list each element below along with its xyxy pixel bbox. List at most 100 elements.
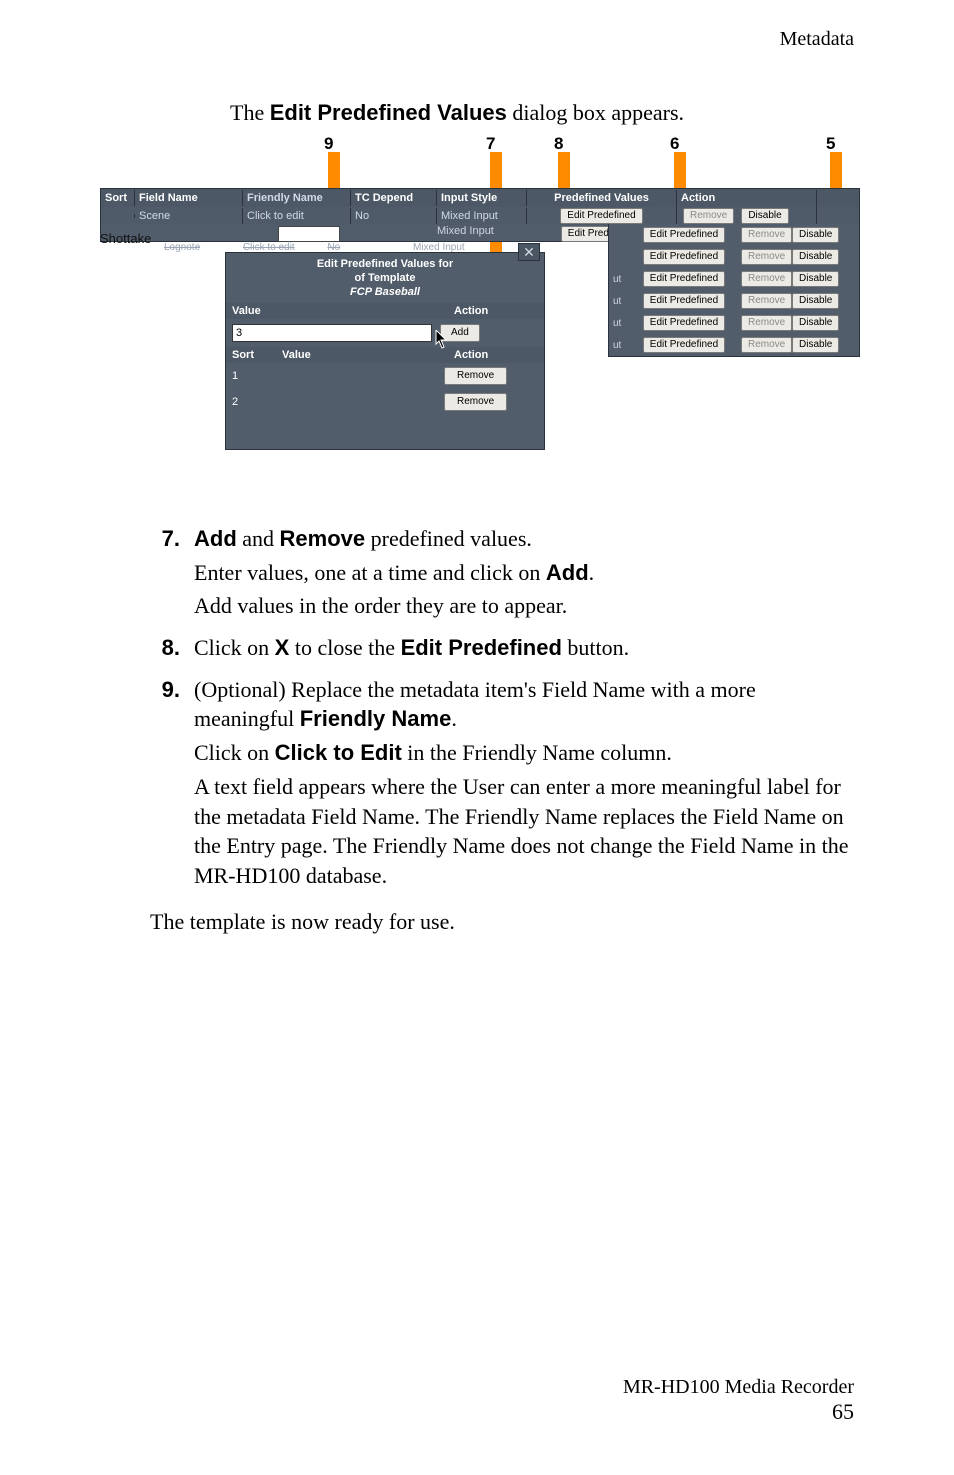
table-row: Edit Predefined Remove Disable [609, 224, 859, 246]
intro-bold: Edit Predefined Values [270, 100, 507, 125]
row-suffix: ut [613, 296, 629, 307]
th-input: Input Style [437, 190, 527, 206]
remove-button[interactable]: Remove [741, 227, 792, 243]
kw-click-to-edit: Click to Edit [275, 740, 402, 765]
intro-pre: The [230, 100, 270, 125]
list-sort: 1 [232, 370, 256, 382]
dialog-value-header: Value Action [226, 303, 544, 319]
step-number: 8. [150, 633, 194, 667]
screenshot-figure: 9 7 8 6 5 Sort Field Name Friendly Name … [100, 134, 860, 496]
th-sort: Sort [101, 190, 135, 206]
row-scene-tc: No [351, 208, 437, 224]
txt: to close the [289, 635, 400, 660]
remove-button[interactable]: Remove [741, 315, 792, 331]
edit-predefined-button[interactable]: Edit Predefined [643, 315, 725, 331]
remove-button[interactable]: Remove [741, 271, 792, 287]
remove-button[interactable]: Remove [741, 293, 792, 309]
close-icon[interactable]: ✕ [518, 243, 540, 261]
edit-predefined-button[interactable]: Edit Predefined [643, 249, 725, 265]
list-item [226, 415, 544, 449]
txt: Enter values, one at a time and click on [194, 560, 546, 585]
intro-line: The Edit Predefined Values dialog box ap… [230, 100, 854, 126]
txt: Click on [194, 635, 275, 660]
kw-edit-predefined: Edit Predefined [401, 635, 562, 660]
txt: Add values in the order they are to appe… [194, 591, 854, 621]
row-scene-field: Scene [135, 208, 243, 224]
right-action-column: Edit Predefined Remove Disable Edit Pred… [608, 224, 860, 357]
edit-predefined-button[interactable]: Edit Predefined [643, 337, 725, 353]
action-header: Action [448, 303, 544, 319]
edit-predefined-button[interactable]: Edit Predefined [643, 271, 725, 287]
th-tc: TC Depend [351, 190, 437, 206]
disable-button[interactable]: Disable [792, 249, 839, 265]
kw-friendly-name: Friendly Name [300, 706, 452, 731]
disable-button[interactable]: Disable [792, 227, 839, 243]
row-suffix: ut [613, 274, 629, 285]
arrow-6-stem [674, 152, 686, 188]
page-number: 65 [623, 1399, 854, 1425]
arrow-8-stem [558, 152, 570, 188]
footer-product: MR-HD100 Media Recorder [623, 1376, 854, 1399]
edit-predefined-button[interactable]: Edit Predefined [643, 293, 725, 309]
callout-5: 5 [826, 134, 835, 154]
value-input[interactable] [232, 324, 432, 342]
section-header: Metadata [780, 28, 854, 51]
step-number: 9. [150, 675, 194, 895]
txt: Click on [194, 740, 275, 765]
th-pred: Predefined Values [527, 190, 677, 206]
friendly-name-input[interactable] [278, 226, 340, 242]
row-suffix: ut [613, 318, 629, 329]
lognote-label: Lognote [164, 242, 200, 253]
kw-add-2: Add [546, 560, 589, 585]
callout-6: 6 [670, 134, 679, 154]
closing-line: The template is now ready for use. [150, 909, 854, 935]
row-scene: Scene Click to edit No Mixed Input Edit … [101, 207, 859, 225]
disable-button[interactable]: Disable [792, 293, 839, 309]
disable-button[interactable]: Disable [792, 315, 839, 331]
table-row: Edit Predefined Remove Disable [609, 246, 859, 268]
remove-button[interactable]: Remove [683, 208, 734, 224]
edit-predefined-dialog: ✕ Edit Predefined Values for of Template… [225, 252, 545, 450]
kw-remove: Remove [280, 526, 366, 551]
txt: . [589, 560, 595, 585]
disable-button[interactable]: Disable [741, 208, 788, 224]
list-item: 2 Remove [226, 389, 544, 415]
add-value-row: Add [226, 319, 544, 347]
table-row: ut Edit Predefined Remove Disable [609, 334, 859, 356]
txt: in the Friendly Name column. [402, 740, 672, 765]
edit-predefined-button[interactable]: Edit Predefined [643, 227, 725, 243]
remove-button[interactable]: Remove [444, 393, 507, 411]
predefined-list: 1 Remove 2 Remove [226, 363, 544, 449]
kw-x: X [275, 635, 290, 660]
txt: (Optional) Replace the metadata item's F… [194, 677, 756, 732]
dialog-title-l2: of Template [355, 272, 416, 284]
add-button[interactable]: Add [440, 324, 480, 342]
disable-button[interactable]: Disable [792, 337, 839, 353]
disable-button[interactable]: Disable [792, 271, 839, 287]
table-row: ut Edit Predefined Remove Disable [609, 268, 859, 290]
remove-button[interactable]: Remove [444, 367, 507, 385]
shottake-row-label: Shottake [100, 231, 151, 246]
callout-7: 7 [486, 134, 495, 154]
row-scene-sort [101, 214, 135, 218]
table-row: ut Edit Predefined Remove Disable [609, 290, 859, 312]
edit-predefined-button[interactable]: Edit Predefined [560, 208, 642, 224]
row-scene-friendly[interactable]: Click to edit [243, 208, 351, 224]
remove-button[interactable]: Remove [741, 337, 792, 353]
txt: button. [562, 635, 629, 660]
step-7: 7. Add and Remove predefined values. Ent… [150, 524, 854, 625]
value-header: Value [226, 303, 448, 319]
remove-button[interactable]: Remove [741, 249, 792, 265]
txt: and [237, 526, 280, 551]
callout-9: 9 [324, 134, 333, 154]
th-field: Field Name [135, 190, 243, 206]
value-header-2: Value [276, 347, 448, 363]
sort-header: Sort [226, 347, 276, 363]
step-number: 7. [150, 524, 194, 625]
callout-8: 8 [554, 134, 563, 154]
list-sort: 2 [232, 396, 256, 408]
page-footer: MR-HD100 Media Recorder 65 [623, 1376, 854, 1425]
row-mixed-2-input: Mixed Input [437, 225, 527, 243]
instruction-list: 7. Add and Remove predefined values. Ent… [150, 524, 854, 895]
dialog-list-header: Sort Value Action [226, 347, 544, 363]
